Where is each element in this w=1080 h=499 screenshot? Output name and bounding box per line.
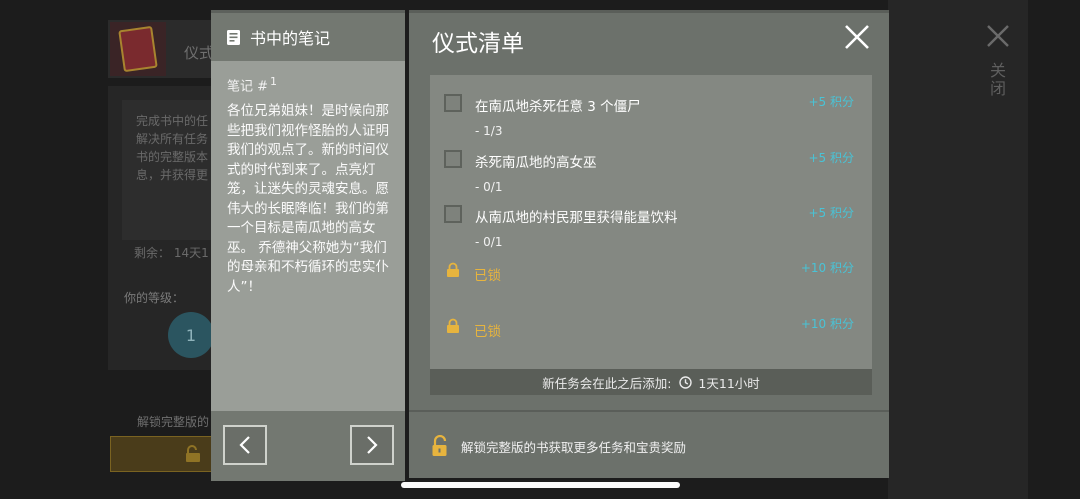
- next-note-button[interactable]: [350, 425, 394, 465]
- unlock-icon: [432, 435, 447, 456]
- locked-label: 已锁: [474, 268, 501, 284]
- locked-label: 已锁: [474, 324, 501, 340]
- bg-title: 仪式: [184, 44, 215, 62]
- bg-remaining: 剩余： 14天1: [134, 246, 209, 260]
- new-task-footer: 新任务会在此之后添加: 1天11小时: [430, 369, 872, 395]
- task-checkbox[interactable]: [444, 150, 462, 168]
- task-reward: +5 积分: [808, 151, 854, 165]
- task-label: 从南瓜地的村民那里获得能量饮料: [475, 210, 678, 226]
- task-progress: - 0/1: [475, 235, 503, 249]
- side-close-icon[interactable]: [986, 24, 1010, 48]
- task-list: 在南瓜地杀死任意 3 个僵尸 - 1/3 +5 积分 杀死南瓜地的高女巫 - 0…: [430, 75, 872, 395]
- task-label: 在南瓜地杀死任意 3 个僵尸: [475, 99, 641, 115]
- task-reward: +5 积分: [808, 206, 854, 220]
- task-checkbox[interactable]: [444, 94, 462, 112]
- notes-panel: 书中的笔记 笔记 #1 各位兄弟姐妹！是时候向那些把我们视作怪胎的人证明我们的观…: [211, 10, 405, 481]
- side-close-label[interactable]: 关闭: [988, 62, 1008, 98]
- prev-note-button[interactable]: [223, 425, 267, 465]
- unlock-text: 解锁完整版的书获取更多任务和宝贵奖励: [461, 439, 687, 455]
- bg-unlock-button[interactable]: [110, 436, 214, 472]
- notes-footer: [211, 411, 405, 481]
- task-progress: - 1/3: [475, 124, 503, 138]
- screen: 仪式 完成书中的任 解决所有任务 书的完整版本 息，并获得更 剩余： 14天1 …: [0, 0, 1080, 499]
- home-indicator[interactable]: [401, 482, 680, 488]
- task-progress: - 0/1: [475, 180, 503, 194]
- new-task-text: 新任务会在此之后添加:: [542, 375, 672, 391]
- notes-title: 书中的笔记: [250, 29, 331, 48]
- ritual-title: 仪式清单: [432, 31, 524, 57]
- note-text: 各位兄弟姐妹！是时候向那些把我们视作怪胎的人证明我们的观点了。新的时间仪式的时代…: [227, 103, 389, 295]
- chevron-left-icon: [239, 436, 250, 454]
- close-icon[interactable]: [843, 23, 871, 51]
- note-icon: [227, 29, 240, 45]
- task-checkbox[interactable]: [444, 205, 462, 223]
- unlock-full-book[interactable]: 解锁完整版的书获取更多任务和宝贵奖励: [431, 435, 686, 457]
- task-reward: +5 积分: [808, 95, 854, 109]
- task-label: 杀死南瓜地的高女巫: [475, 155, 597, 171]
- new-task-time: 1天11小时: [698, 375, 760, 391]
- divider: [409, 410, 889, 412]
- level-badge: 1: [168, 312, 214, 358]
- level-label: 你的等级：: [124, 291, 185, 305]
- bg-description: 完成书中的任 解决所有任务 书的完整版本 息，并获得更: [122, 100, 218, 240]
- task-reward: +10 积分: [800, 261, 854, 275]
- unlock-icon: [186, 445, 200, 462]
- lock-icon: [447, 262, 459, 277]
- ritual-panel: 仪式清单 在南瓜地杀死任意 3 个僵尸 - 1/3 +5 积分 杀死南瓜地的高女…: [409, 10, 889, 478]
- notes-body: 笔记 #1 各位兄弟姐妹！是时候向那些把我们视作怪胎的人证明我们的观点了。新的时…: [211, 61, 405, 411]
- lock-icon: [447, 318, 459, 333]
- task-reward: +10 积分: [800, 317, 854, 331]
- chevron-right-icon: [367, 436, 378, 454]
- bg-unlock-text: 解锁完整版的: [137, 415, 210, 429]
- book-icon: [110, 22, 166, 76]
- clock-icon: [679, 375, 693, 389]
- notes-header: 书中的笔记: [211, 13, 405, 61]
- note-number: 笔记 #1: [227, 75, 278, 95]
